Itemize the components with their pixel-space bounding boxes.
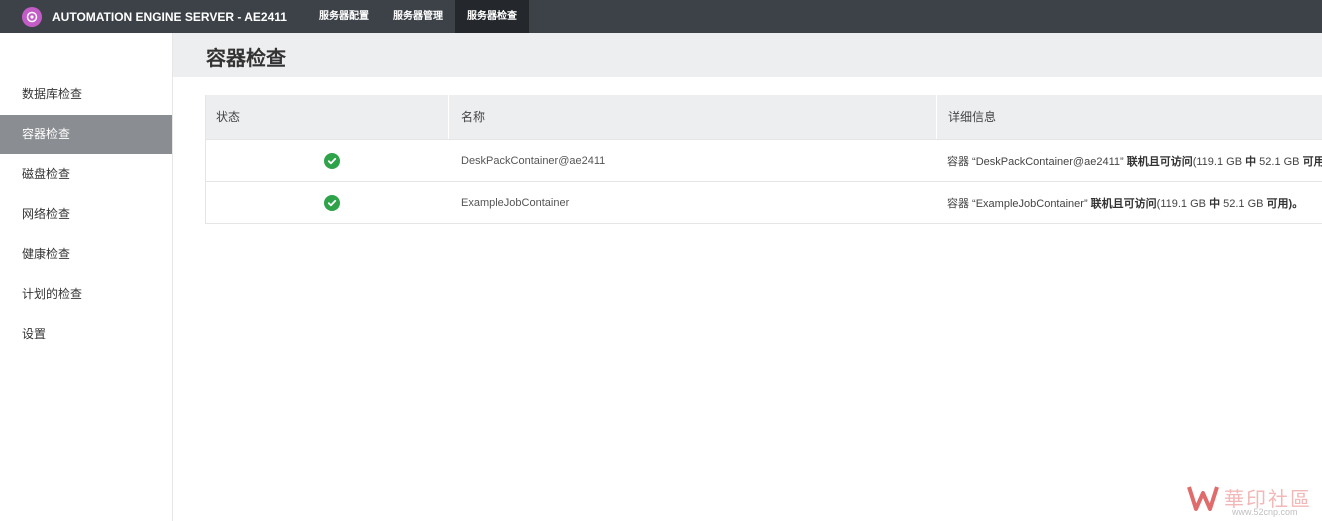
top-bar: AUTOMATION ENGINE SERVER - AE2411 服务器配置 … — [0, 0, 1322, 33]
page-title: 容器检查 — [206, 48, 286, 70]
container-table: 状态 名称 详细信息 DeskPackContainer@ae2411 容器 “… — [205, 95, 1322, 224]
tab-server-checks[interactable]: 服务器检查 — [454, 0, 529, 33]
container-name: DeskPackContainer@ae2411 — [461, 154, 606, 167]
watermark: 華印社區 www.52cnp.com — [1186, 481, 1318, 517]
container-name: ExampleJobContainer — [461, 196, 570, 209]
status-cell — [206, 194, 448, 211]
detail-free: 52.1 GB — [1220, 197, 1267, 210]
detail-total: (119.1 GB — [1192, 155, 1246, 168]
status-cell — [206, 152, 448, 169]
detail-available: 可用)。 — [1302, 155, 1322, 168]
watermark-logo-icon — [1187, 486, 1219, 511]
detail-prefix: 容器 “ExampleJobContainer” — [947, 197, 1091, 210]
table-row[interactable]: DeskPackContainer@ae2411 容器 “DeskPackCon… — [206, 139, 1322, 181]
tab-server-management[interactable]: 服务器管理 — [381, 0, 455, 33]
column-header-name[interactable]: 名称 — [448, 95, 936, 139]
check-circle-icon — [324, 152, 340, 169]
sidebar-item-network-check[interactable]: 网络检查 — [0, 195, 172, 234]
detail-status: 联机且可访问 — [1090, 197, 1157, 210]
detail-available: 可用)。 — [1266, 197, 1304, 210]
main-nav: 服务器配置 服务器管理 服务器检查 — [307, 0, 529, 33]
check-circle-icon — [324, 194, 340, 211]
app-logo-icon[interactable] — [22, 6, 42, 27]
tab-server-config[interactable]: 服务器配置 — [307, 0, 381, 33]
container-detail: 容器 “ExampleJobContainer” 联机且可访问(119.1 GB… — [936, 195, 1322, 211]
sidebar-item-database-check[interactable]: 数据库检查 — [0, 75, 172, 114]
sidebar-list: 数据库检查 容器检查 磁盘检查 网络检查 健康检查 计划的检查 设置 — [0, 75, 172, 354]
detail-prefix: 容器 “DeskPackContainer@ae2411” — [947, 155, 1127, 168]
column-header-detail[interactable]: 详细信息 — [936, 95, 1322, 139]
sidebar-item-health-check[interactable]: 健康检查 — [0, 235, 172, 274]
detail-of: 中 — [1245, 155, 1257, 168]
detail-free: 52.1 GB — [1256, 155, 1303, 168]
watermark-url: www.52cnp.com — [1232, 507, 1298, 517]
table-header: 状态 名称 详细信息 — [206, 95, 1322, 139]
detail-status: 联机且可访问 — [1126, 155, 1193, 168]
sidebar-item-container-check[interactable]: 容器检查 — [0, 115, 172, 154]
sidebar-item-disk-check[interactable]: 磁盘检查 — [0, 155, 172, 194]
detail-total: (119.1 GB — [1156, 197, 1210, 210]
app-title: AUTOMATION ENGINE SERVER - AE2411 — [52, 9, 287, 24]
detail-of: 中 — [1209, 197, 1221, 210]
column-header-status[interactable]: 状态 — [206, 95, 448, 139]
sidebar: 数据库检查 容器检查 磁盘检查 网络检查 健康检查 计划的检查 设置 — [0, 33, 173, 521]
container-detail: 容器 “DeskPackContainer@ae2411” 联机且可访问(119… — [936, 153, 1322, 169]
table-row[interactable]: ExampleJobContainer 容器 “ExampleJobContai… — [206, 181, 1322, 223]
sidebar-item-scheduled-checks[interactable]: 计划的检查 — [0, 275, 172, 314]
page-header: 容器检查 — [173, 33, 1322, 77]
sidebar-item-settings[interactable]: 设置 — [0, 315, 172, 354]
